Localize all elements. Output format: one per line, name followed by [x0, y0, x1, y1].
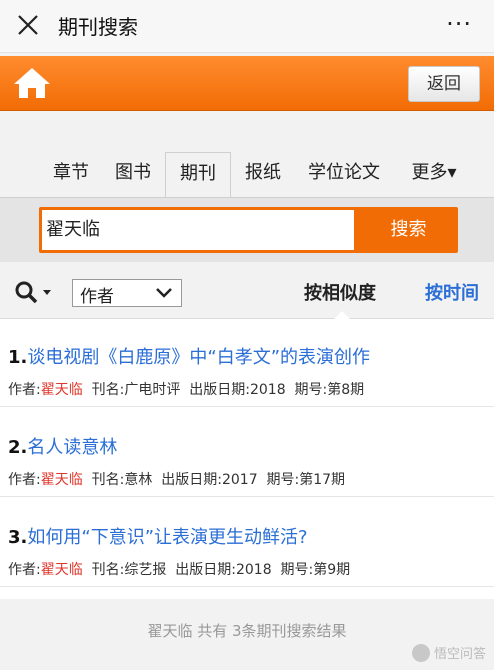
issue-number: 期号:第8期 — [294, 382, 365, 398]
tab-book[interactable]: 图书 — [104, 152, 162, 196]
more-menu-icon[interactable]: ··· — [446, 10, 472, 38]
search-button[interactable]: 搜索 — [359, 207, 458, 253]
back-button[interactable]: 返回 — [408, 66, 480, 102]
author-label: 作者: — [8, 562, 41, 578]
sort-by-time[interactable]: 按时间 — [425, 279, 479, 305]
category-tabs: 章节 图书 期刊 报纸 学位论文 更多▾ — [0, 152, 494, 198]
result-title-link[interactable]: 谈电视剧《白鹿原》中“白孝文”的表演创作 — [27, 347, 370, 368]
result-title-link[interactable]: 如何用“下意识”让表演更生动鲜活? — [27, 527, 307, 548]
journal-name: 刊名:意林 — [91, 472, 153, 488]
watermark-text: 悟空问答 — [433, 647, 486, 662]
home-icon[interactable] — [12, 66, 52, 100]
result-number: 3. — [8, 527, 28, 548]
result-number: 1. — [8, 347, 28, 368]
author-label: 作者: — [8, 382, 41, 398]
chevron-down-icon — [156, 288, 172, 298]
tab-more[interactable]: 更多▾ — [398, 152, 470, 196]
journal-name: 刊名:广电时评 — [91, 382, 181, 398]
list-item: 1.谈电视剧《白鹿原》中“白孝文”的表演创作 作者:翟天临 刊名:广电时评 出版… — [0, 319, 494, 407]
result-number: 2. — [8, 437, 28, 458]
watermark: 悟空问答 — [411, 643, 486, 662]
filter-bar: 作者 按相似度 按时间 — [0, 262, 494, 319]
sort-by-similarity[interactable]: 按相似度 — [304, 279, 376, 305]
search-box: 翟天临 搜索 — [39, 207, 458, 253]
issue-number: 期号:第9期 — [280, 562, 351, 578]
search-input[interactable]: 翟天临 — [42, 210, 354, 250]
site-header: 返回 — [0, 56, 494, 111]
search-field-value: 作者 — [80, 287, 114, 307]
journal-name: 刊名:综艺报 — [91, 562, 167, 578]
active-sort-indicator — [334, 311, 350, 319]
author-label: 作者: — [8, 472, 41, 488]
author-name: 翟天临 — [40, 382, 83, 398]
page-title: 期刊搜索 — [58, 15, 138, 39]
tab-chapter[interactable]: 章节 — [42, 152, 100, 196]
publish-date: 出版日期:2018 — [175, 562, 272, 578]
close-icon[interactable] — [16, 13, 40, 37]
list-item: 3.如何用“下意识”让表演更生动鲜活? 作者:翟天临 刊名:综艺报 出版日期:2… — [0, 499, 494, 587]
list-item: 2.名人读意林 作者:翟天临 刊名:意林 出版日期:2017 期号:第17期 — [0, 409, 494, 497]
publish-date: 出版日期:2017 — [161, 472, 258, 488]
search-area: 翟天临 搜索 — [0, 197, 494, 262]
result-list: 1.谈电视剧《白鹿原》中“白孝文”的表演创作 作者:翟天临 刊名:广电时评 出版… — [0, 319, 494, 599]
title-bar: 期刊搜索 ··· — [0, 0, 494, 53]
publish-date: 出版日期:2018 — [189, 382, 286, 398]
tab-journal[interactable]: 期刊 — [165, 152, 231, 198]
search-field-icon[interactable] — [14, 280, 56, 304]
result-summary: 翟天临 共有 3条期刊搜索结果 — [147, 622, 347, 640]
tab-thesis[interactable]: 学位论文 — [298, 152, 390, 196]
author-name: 翟天临 — [40, 562, 83, 578]
tab-newspaper[interactable]: 报纸 — [234, 152, 292, 196]
issue-number: 期号:第17期 — [266, 472, 346, 488]
watermark-logo-icon — [411, 643, 430, 662]
author-name: 翟天临 — [40, 472, 83, 488]
result-title-link[interactable]: 名人读意林 — [27, 437, 117, 458]
search-field-select[interactable]: 作者 — [72, 279, 182, 307]
